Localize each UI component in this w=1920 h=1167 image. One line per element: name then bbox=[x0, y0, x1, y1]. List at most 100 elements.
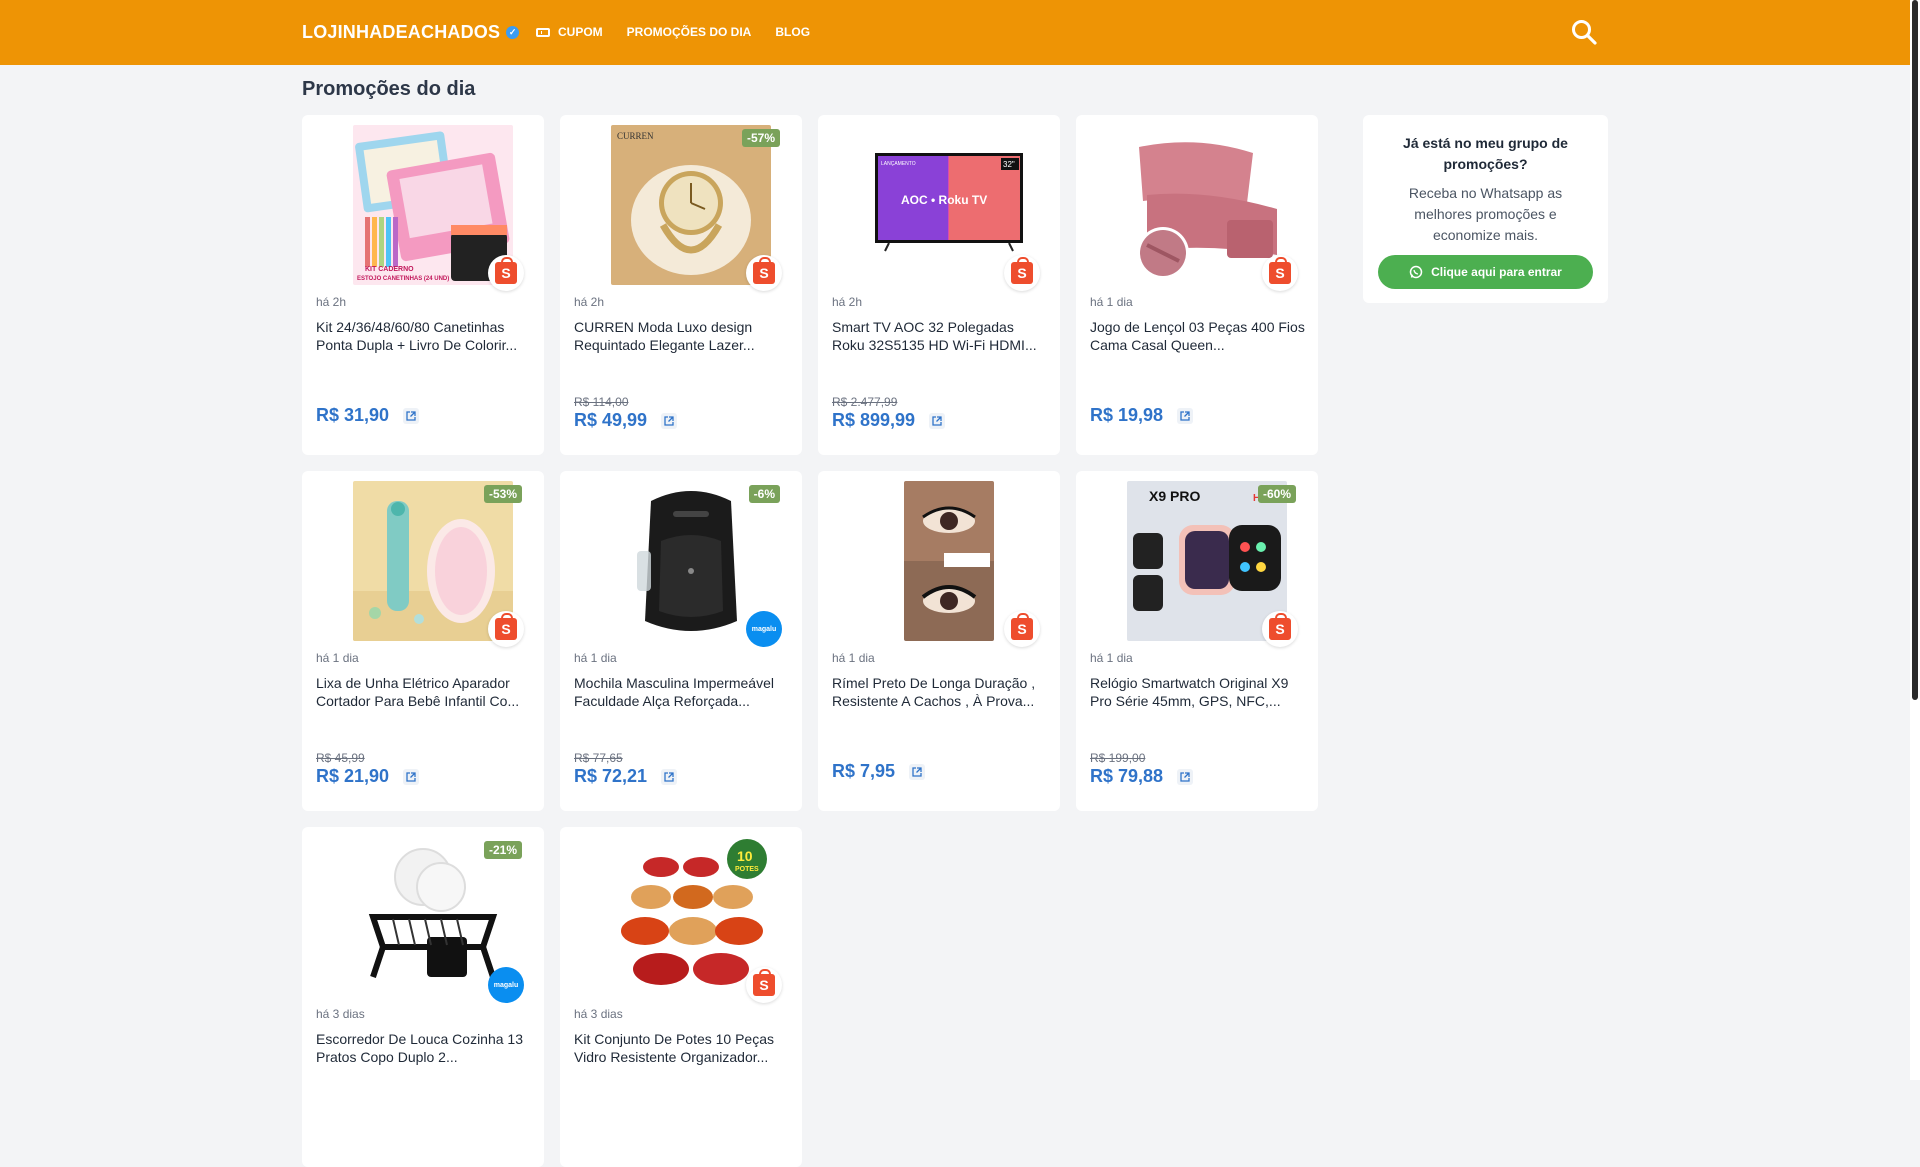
product-image bbox=[611, 481, 771, 641]
original-price: R$ 2.477,99 bbox=[832, 395, 898, 409]
price-row: R$ 7,95 bbox=[832, 761, 926, 782]
product-image: 10 POTES bbox=[611, 837, 771, 997]
discount-badge: -60% bbox=[1257, 485, 1296, 503]
product-title[interactable]: Relógio Smartwatch Original X9 Pro Série… bbox=[1090, 674, 1306, 710]
posted-time: há 1 dia bbox=[832, 651, 875, 665]
product-card[interactable]: -53% S há 1 dia Lixa de Unha Elétrico Ap… bbox=[302, 471, 544, 811]
product-card[interactable]: 10 POTES S há 3 dias Kit Conjunto De Pot… bbox=[560, 827, 802, 1167]
svg-text:X9 PRO: X9 PRO bbox=[1149, 488, 1200, 504]
svg-text:10: 10 bbox=[737, 848, 753, 864]
price-row: R$ 899,99 bbox=[832, 410, 946, 431]
external-link-icon[interactable] bbox=[403, 407, 420, 424]
posted-time: há 1 dia bbox=[316, 651, 359, 665]
shopee-icon: S bbox=[495, 613, 517, 640]
product-image bbox=[904, 481, 994, 641]
brand-name: LOJINHADEACHADOS bbox=[302, 22, 501, 42]
nav-item-label: CUPOM bbox=[558, 25, 603, 39]
scrollbar[interactable] bbox=[1910, 0, 1920, 1080]
shopee-store-badge: S bbox=[488, 611, 524, 647]
product-title[interactable]: Rímel Preto De Longa Duração , Resistent… bbox=[832, 674, 1048, 710]
shopee-store-badge: S bbox=[488, 255, 524, 291]
current-price: R$ 31,90 bbox=[316, 405, 390, 425]
product-card[interactable]: AOC • Roku TV 32" LANÇAMENTO S há 2h Sma… bbox=[818, 115, 1060, 455]
product-image-area: 10 POTES S bbox=[570, 837, 792, 1003]
product-title[interactable]: Jogo de Lençol 03 Peças 400 Fios Cama Ca… bbox=[1090, 318, 1306, 354]
posted-time: há 1 dia bbox=[574, 651, 617, 665]
discount-badge: -21% bbox=[483, 841, 522, 859]
shopee-store-badge: S bbox=[746, 967, 782, 1003]
product-card[interactable]: -6% magalu há 1 dia Mochila Masculina Im… bbox=[560, 471, 802, 811]
product-image-area: X9 PRO HOT -60% S bbox=[1086, 481, 1308, 647]
widget-title: Já está no meu grupo de promoções? bbox=[1403, 135, 1568, 172]
external-link-icon[interactable] bbox=[661, 768, 678, 785]
product-image: KIT CADERNO ESTOJO CANETINHAS (24 UND) bbox=[353, 125, 513, 285]
product-title[interactable]: Kit 24/36/48/60/80 Canetinhas Ponta Dupl… bbox=[316, 318, 532, 354]
shopee-icon: S bbox=[1011, 257, 1033, 284]
product-grid: KIT CADERNO ESTOJO CANETINHAS (24 UND) S… bbox=[302, 115, 1318, 1167]
product-card[interactable]: S há 1 dia Rímel Preto De Longa Duração … bbox=[818, 471, 1060, 811]
product-card[interactable]: S há 1 dia Jogo de Lençol 03 Peças 400 F… bbox=[1076, 115, 1318, 455]
product-title[interactable]: CURREN Moda Luxo design Requintado Elega… bbox=[574, 318, 790, 354]
product-card[interactable]: X9 PRO HOT -60% S há 1 dia Relógio Smart… bbox=[1076, 471, 1318, 811]
ticket-icon bbox=[536, 27, 550, 37]
scrollbar-thumb[interactable] bbox=[1912, 0, 1918, 700]
product-image: CURREN bbox=[611, 125, 771, 285]
product-title[interactable]: Mochila Masculina Impermeável Faculdade … bbox=[574, 674, 790, 710]
product-image-area: S bbox=[1086, 125, 1308, 291]
nav-item-promocoes[interactable]: PROMOÇÕES DO DIA bbox=[627, 25, 752, 39]
brand-logo[interactable]: LOJINHADEACHADOS ✓ bbox=[302, 22, 520, 43]
top-navbar: LOJINHADEACHADOS ✓ CUPOM PROMOÇÕES DO DI… bbox=[0, 0, 1910, 65]
search-button[interactable] bbox=[1570, 18, 1598, 46]
shopee-store-badge: S bbox=[1004, 611, 1040, 647]
nav-item-label: PROMOÇÕES DO DIA bbox=[626, 25, 752, 39]
shopee-icon: S bbox=[495, 257, 517, 284]
product-title[interactable]: Lixa de Unha Elétrico Aparador Cortador … bbox=[316, 674, 532, 710]
price-row: R$ 21,90 bbox=[316, 766, 420, 787]
product-image-area: KIT CADERNO ESTOJO CANETINHAS (24 UND) S bbox=[312, 125, 534, 291]
product-card[interactable]: CURREN -57% S há 2h CURREN Moda Luxo des… bbox=[560, 115, 802, 455]
join-whatsapp-label: Clique aqui para entrar bbox=[1431, 265, 1562, 279]
main-nav: CUPOM PROMOÇÕES DO DIA BLOG bbox=[536, 25, 810, 39]
product-image bbox=[353, 481, 513, 641]
posted-time: há 1 dia bbox=[1090, 295, 1133, 309]
product-title[interactable]: Smart TV AOC 32 Polegadas Roku 32S5135 H… bbox=[832, 318, 1048, 354]
shopee-icon: S bbox=[1269, 257, 1291, 284]
posted-time: há 1 dia bbox=[1090, 651, 1133, 665]
posted-time: há 2h bbox=[832, 295, 863, 309]
product-image-area: -6% magalu bbox=[570, 481, 792, 647]
svg-text:KIT CADERNO: KIT CADERNO bbox=[365, 266, 414, 273]
product-card[interactable]: -21% magalu há 3 dias Escorredor De Louc… bbox=[302, 827, 544, 1167]
widget-text: Receba no Whatsapp as melhores promoções… bbox=[1408, 185, 1563, 243]
svg-text:POTES: POTES bbox=[735, 866, 759, 873]
shopee-store-badge: S bbox=[1262, 611, 1298, 647]
whatsapp-group-widget: Já está no meu grupo de promoções? Receb… bbox=[1363, 115, 1608, 303]
current-price: R$ 19,98 bbox=[1090, 405, 1164, 425]
external-link-icon[interactable] bbox=[1177, 407, 1194, 424]
external-link-icon[interactable] bbox=[1177, 768, 1194, 785]
external-link-icon[interactable] bbox=[403, 768, 420, 785]
nav-item-label: BLOG bbox=[775, 25, 811, 39]
product-image bbox=[1127, 125, 1287, 285]
nav-item-blog[interactable]: BLOG bbox=[775, 25, 810, 39]
external-link-icon[interactable] bbox=[661, 412, 678, 429]
posted-time: há 3 dias bbox=[574, 1007, 623, 1021]
posted-time: há 3 dias bbox=[316, 1007, 365, 1021]
magalu-store-badge: magalu bbox=[746, 611, 782, 647]
product-title[interactable]: Escorredor De Louca Cozinha 13 Pratos Co… bbox=[316, 1030, 532, 1066]
magalu-store-badge: magalu bbox=[488, 967, 524, 1003]
external-link-icon[interactable] bbox=[909, 763, 926, 780]
discount-badge: -57% bbox=[741, 129, 780, 147]
price-row: R$ 19,98 bbox=[1090, 405, 1194, 426]
join-whatsapp-button[interactable]: Clique aqui para entrar bbox=[1378, 255, 1593, 289]
product-image-area: CURREN -57% S bbox=[570, 125, 792, 291]
price-row: R$ 31,90 bbox=[316, 405, 420, 426]
original-price: R$ 45,99 bbox=[316, 751, 365, 765]
product-card[interactable]: KIT CADERNO ESTOJO CANETINHAS (24 UND) S… bbox=[302, 115, 544, 455]
product-image bbox=[353, 837, 513, 997]
nav-item-cupom[interactable]: CUPOM bbox=[536, 25, 603, 39]
product-title[interactable]: Kit Conjunto De Potes 10 Peças Vidro Res… bbox=[574, 1030, 790, 1066]
shopee-store-badge: S bbox=[1262, 255, 1298, 291]
current-price: R$ 79,88 bbox=[1090, 766, 1164, 786]
current-price: R$ 7,95 bbox=[832, 761, 896, 781]
external-link-icon[interactable] bbox=[929, 412, 946, 429]
